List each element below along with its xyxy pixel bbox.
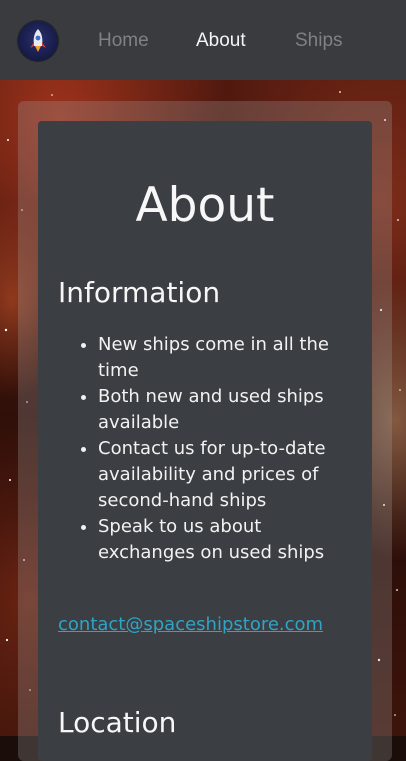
nav-ships-link[interactable]: Ships bbox=[295, 28, 343, 54]
information-heading: Information bbox=[58, 276, 221, 309]
rocket-logo-icon[interactable] bbox=[18, 21, 58, 61]
page-title: About bbox=[135, 178, 275, 233]
nav-about-link[interactable]: About bbox=[196, 28, 246, 54]
nav-home-link[interactable]: Home bbox=[98, 28, 149, 54]
list-item: Speak to us about exchanges on used ship… bbox=[98, 514, 348, 566]
information-list: New ships come in all the time Both new … bbox=[58, 332, 348, 566]
list-item: Both new and used ships available bbox=[98, 384, 348, 436]
contact-email-link[interactable]: contact@spaceshipstore.com bbox=[58, 612, 323, 638]
top-navbar: Home About Ships bbox=[0, 0, 406, 80]
list-item: Contact us for up-to-date availability a… bbox=[98, 436, 348, 514]
list-item: New ships come in all the time bbox=[98, 332, 348, 384]
rocket-icon bbox=[30, 29, 46, 52]
